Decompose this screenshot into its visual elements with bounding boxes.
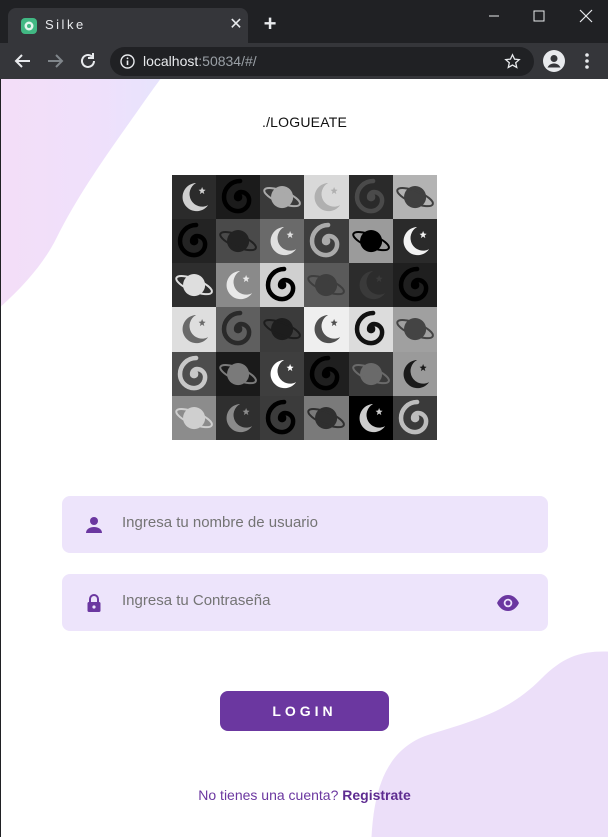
new-tab-button[interactable]: + (259, 13, 281, 35)
mosaic-tile-planet-icon (172, 395, 217, 440)
decorative-blob-bottom (371, 651, 608, 837)
tab-title: Silke (45, 17, 86, 32)
browser-tab[interactable]: Silke ✕ (8, 8, 248, 43)
site-info-icon[interactable] (120, 54, 135, 69)
mosaic-tile-moon-icon (304, 175, 349, 220)
mosaic-tile-spiral-icon (172, 351, 217, 396)
address-bar[interactable]: localhost:50834/#/ (110, 47, 534, 76)
mosaic-tile-spiral-icon (304, 351, 349, 396)
show-password-eye-icon[interactable] (496, 594, 520, 612)
browser-titlebar: Silke ✕ + (0, 0, 608, 43)
person-icon (86, 517, 102, 533)
mosaic-tile-moon-icon (348, 395, 393, 440)
mosaic-tile-planet-icon (260, 307, 305, 352)
mosaic-tile-spiral-icon (172, 219, 217, 264)
username-input[interactable] (122, 514, 482, 531)
mosaic-tile-spiral-icon (392, 395, 437, 440)
signup-prompt: No tienes una cuenta? Registrate (1, 787, 608, 803)
mosaic-tile-planet-icon (304, 263, 349, 308)
back-arrow-icon[interactable] (12, 50, 34, 72)
mosaic-tile-spiral-icon (304, 219, 349, 264)
signup-prompt-text: No tienes una cuenta? (198, 787, 339, 803)
mosaic-tile-planet-icon (348, 351, 393, 396)
mosaic-tile-planet-icon (392, 307, 437, 352)
url-host: localhost (143, 53, 199, 69)
password-input[interactable] (122, 592, 482, 609)
register-link[interactable]: Registrate (342, 787, 410, 803)
mosaic-tile-moon-icon (392, 351, 437, 396)
url-path: :50834/#/ (198, 53, 257, 69)
maximize-icon[interactable] (524, 4, 554, 28)
mosaic-tile-planet-icon (392, 175, 437, 220)
browser-menu-icon[interactable] (579, 51, 595, 71)
mosaic-tile-planet-icon (304, 395, 349, 440)
password-field[interactable] (62, 574, 548, 631)
mosaic-tile-planet-icon (348, 219, 393, 264)
mosaic-tile-moon-icon (392, 219, 437, 264)
mosaic-tile-moon-icon (348, 263, 393, 308)
url-text: localhost:50834/#/ (143, 53, 257, 69)
logo-mosaic (172, 175, 437, 440)
mosaic-tile-planet-icon (260, 175, 305, 220)
mosaic-tile-spiral-icon (216, 307, 261, 352)
mosaic-tile-moon-icon (304, 307, 349, 352)
mosaic-tile-spiral-icon (348, 307, 393, 352)
window-close-icon[interactable] (571, 4, 601, 28)
bookmark-star-icon[interactable] (504, 53, 521, 70)
page-title: ./LOGUEATE (262, 114, 347, 130)
mosaic-tile-spiral-icon (348, 175, 393, 220)
mosaic-tile-planet-icon (172, 263, 217, 308)
app-favicon-icon (21, 18, 37, 34)
profile-avatar-icon[interactable] (543, 50, 565, 72)
mosaic-tile-spiral-icon (260, 263, 305, 308)
forward-arrow-icon[interactable] (44, 50, 66, 72)
mosaic-tile-moon-icon (260, 351, 305, 396)
mosaic-tile-spiral-icon (216, 175, 261, 220)
mosaic-tile-moon-icon (260, 219, 305, 264)
minimize-icon[interactable] (479, 4, 509, 28)
mosaic-tile-planet-icon (216, 351, 261, 396)
mosaic-tile-planet-icon (216, 219, 261, 264)
mosaic-tile-moon-icon (216, 263, 261, 308)
tab-close-icon[interactable]: ✕ (226, 15, 246, 35)
mosaic-tile-moon-icon (172, 175, 217, 220)
browser-toolbar: localhost:50834/#/ (0, 43, 608, 79)
mosaic-tile-spiral-icon (392, 263, 437, 308)
reload-icon[interactable] (77, 50, 99, 72)
mosaic-tile-moon-icon (172, 307, 217, 352)
mosaic-tile-moon-icon (216, 395, 261, 440)
lock-icon (87, 594, 101, 612)
mosaic-tile-spiral-icon (260, 395, 305, 440)
login-button[interactable]: LOGIN (220, 691, 389, 731)
username-field[interactable] (62, 496, 548, 553)
login-page: ./LOGUEATE LOGIN No tienes una cuenta? R… (1, 79, 608, 837)
